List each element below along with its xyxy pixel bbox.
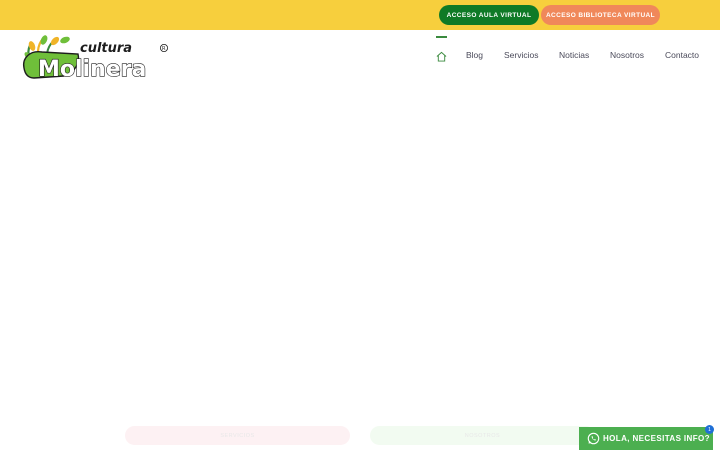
nav-item-noticias[interactable]: Noticias: [559, 50, 589, 60]
whatsapp-icon: [587, 432, 600, 445]
main-nav: Blog Servicios Noticias Nosotros Contact…: [0, 50, 720, 64]
whatsapp-chat-button[interactable]: HOLA, NECESITAS INFO?: [579, 427, 713, 450]
nav-item-servicios[interactable]: Servicios: [504, 50, 538, 60]
active-indicator: [436, 36, 447, 38]
nav-item-nosotros[interactable]: Nosotros: [610, 50, 644, 60]
nav-item-contacto[interactable]: Contacto: [665, 50, 699, 60]
nav-item-blog[interactable]: Blog: [466, 50, 483, 60]
aula-virtual-button[interactable]: ACCESO AULA VIRTUAL: [439, 5, 539, 25]
nosotros-pill[interactable]: NOSOTROS: [370, 426, 595, 445]
notification-badge: 1: [705, 425, 714, 434]
servicios-pill[interactable]: SERVICIOS: [125, 426, 350, 445]
whatsapp-label: HOLA, NECESITAS INFO?: [603, 434, 710, 443]
biblioteca-virtual-button[interactable]: ACCESO BIBLIOTECA VIRTUAL: [541, 5, 660, 25]
